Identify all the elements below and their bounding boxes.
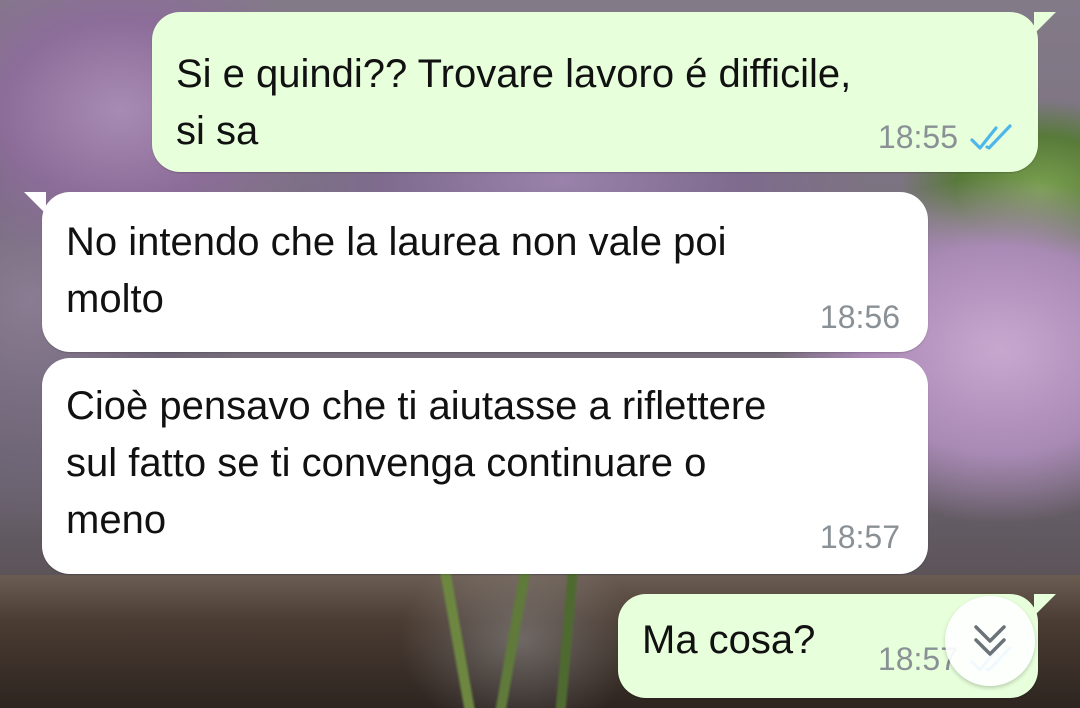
message-meta: 18:55 — [878, 119, 1016, 156]
message-bubble-incoming[interactable]: Cioè pensavo che ti aiutasse a rifletter… — [42, 358, 928, 574]
message-text: Ma cosa? — [642, 618, 816, 662]
message-text: Cioè pensavo che ti aiutasse a rifletter… — [66, 384, 767, 542]
bubble-tail — [1034, 594, 1056, 616]
scroll-to-bottom-button[interactable] — [945, 596, 1035, 686]
double-check-read-icon — [970, 123, 1012, 150]
message-time: 18:57 — [819, 519, 900, 555]
message-bubble-outgoing[interactable]: Si e quindi?? Trovare lavoro é difficile… — [152, 12, 1056, 172]
bubble-tail — [24, 192, 46, 214]
message-time: 18:56 — [819, 299, 900, 335]
message-meta: 18:57 — [820, 519, 900, 556]
message-text: No intendo che la laurea non vale poi mo… — [66, 220, 727, 321]
message-meta: 18:56 — [820, 299, 900, 336]
message-time: 18:55 — [877, 119, 958, 155]
bubble-tail — [1034, 12, 1056, 34]
double-chevron-down-icon — [974, 625, 1006, 656]
message-bubble-incoming[interactable]: No intendo che la laurea non vale poi mo… — [24, 192, 928, 352]
